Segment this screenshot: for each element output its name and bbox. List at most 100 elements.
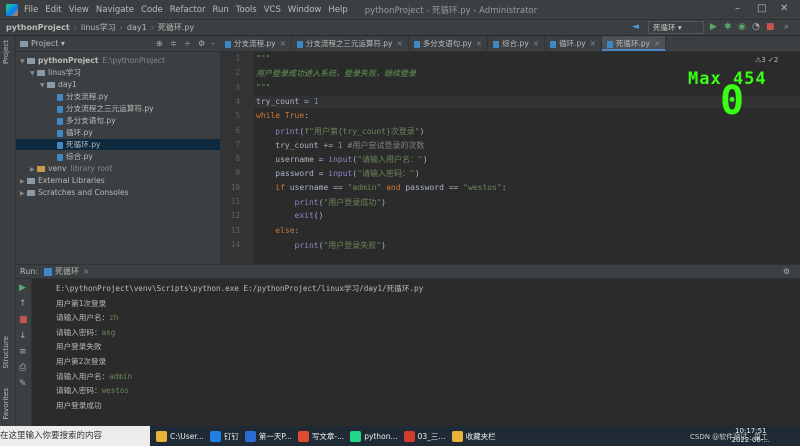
profile-icon[interactable]: ◔ (752, 22, 760, 32)
editor-tab[interactable]: 综合.py × (488, 36, 546, 51)
taskbar-app[interactable]: 收藏夹栏 (451, 430, 496, 442)
close-tab-icon[interactable]: × (476, 39, 482, 48)
minimize-icon[interactable]: – (735, 3, 740, 14)
project-tree-item[interactable]: ▶ Scratches and Consoles (20, 187, 129, 198)
close-tab-icon[interactable]: × (396, 39, 402, 48)
code-line[interactable]: else: (256, 226, 299, 235)
project-tree-item[interactable]: ▼ pythonProject E:\pythonProject (20, 55, 165, 66)
project-tree-item[interactable]: 循环.py (50, 127, 93, 138)
breadcrumb-folder[interactable]: linus学习 (81, 22, 116, 33)
chevron-down-icon[interactable]: ▼ (40, 80, 47, 91)
python-file-icon (57, 141, 63, 149)
stop-icon[interactable]: ■ (766, 22, 775, 32)
debug-icon[interactable]: ✱ (724, 22, 732, 32)
menu-window[interactable]: Window (288, 5, 322, 15)
line-number: 4 (235, 96, 240, 106)
inspection-warnings-badge[interactable]: ⚠3 ✓2 (755, 56, 778, 64)
project-tree-item[interactable]: ▶ External Libraries (20, 175, 105, 186)
taskbar-app[interactable]: python... (350, 430, 398, 442)
back-arrow-icon[interactable]: ◄ (632, 22, 639, 32)
project-tree-item[interactable]: ▼ day1 (40, 79, 77, 90)
chevron-right-icon[interactable]: ▶ (20, 188, 27, 199)
code-line[interactable]: try_count += 1 #用户尝试登录的次数 (256, 140, 424, 151)
settings-gear-icon[interactable]: ⚙ (198, 39, 205, 48)
code-line[interactable]: 用户登录成功进入系统，登录失败，继续登录 (256, 68, 416, 79)
menu-help[interactable]: Help (328, 5, 347, 15)
locate-icon[interactable]: ⊕ (156, 39, 163, 48)
code-line[interactable]: print("用户登录成功") (256, 197, 386, 208)
breadcrumb-project[interactable]: pythonProject (6, 23, 70, 32)
maximize-icon[interactable]: □ (757, 3, 766, 14)
close-tab-icon[interactable]: × (590, 39, 596, 48)
chevron-down-icon[interactable]: ▼ (30, 68, 37, 79)
taskbar-search-box[interactable]: 在这里输入你要搜索的内容 (0, 426, 150, 446)
editor-tab[interactable]: 分支流程.py × (220, 36, 292, 51)
project-view-select[interactable]: Project ▾ (20, 39, 65, 48)
collapse-all-icon[interactable]: ≑ (170, 39, 177, 48)
code-line[interactable]: username = input("请输入用户名：") (256, 154, 427, 165)
editor-tab[interactable]: 分支流程之三元运算符.py × (292, 36, 409, 51)
code-line[interactable]: """ (256, 54, 270, 63)
coverage-icon[interactable]: ◉ (738, 22, 746, 32)
project-tree-item[interactable]: 死循环.py (16, 139, 220, 150)
run-config-tab[interactable]: 死循环 (55, 266, 79, 277)
chevron-down-icon[interactable]: ▼ (20, 56, 27, 67)
close-run-tab-icon[interactable]: × (83, 267, 90, 276)
code-line[interactable]: password = input("请输入密码：") (256, 168, 419, 179)
code-line[interactable]: """ (256, 83, 270, 92)
menu-vcs[interactable]: VCS (264, 5, 281, 15)
menu-refactor[interactable]: Refactor (170, 5, 206, 15)
project-tree-item[interactable]: 分支流程之三元运算符.py (50, 103, 154, 114)
hide-panel-icon[interactable]: – (211, 39, 215, 48)
project-tree-item[interactable]: ▶ venv library root (30, 163, 113, 174)
scroll-down-icon[interactable]: ↓ (19, 331, 27, 341)
project-tool-tab[interactable]: Project (2, 40, 10, 64)
pin-icon[interactable]: ✎ (19, 379, 27, 389)
run-icon[interactable]: ▶ (710, 22, 717, 32)
close-tab-icon[interactable]: × (654, 39, 660, 48)
code-line[interactable]: while True: (256, 111, 309, 120)
project-tree-item[interactable]: ▼ linus学习 (30, 67, 81, 78)
code-line[interactable]: if username == "admin" and password == "… (256, 183, 506, 192)
project-tree-item[interactable]: 综合.py (50, 151, 93, 162)
scroll-up-icon[interactable]: ↑ (19, 299, 27, 309)
code-line[interactable]: print(f"用户第{try_count}次登录") (256, 126, 424, 137)
project-tree-item[interactable]: 分支流程.py (50, 91, 108, 102)
chevron-right-icon[interactable]: ▶ (30, 164, 37, 175)
taskbar-app[interactable]: 第一天P... (244, 430, 292, 442)
taskbar-app[interactable]: C:\User... (156, 430, 204, 442)
taskbar-app[interactable]: 写文章-... (297, 430, 344, 442)
editor-tab[interactable]: 死循环.py × (601, 36, 667, 51)
run-configuration-select[interactable]: 死循环 ▾ (648, 21, 704, 34)
breadcrumb-file[interactable]: 死循环.py (158, 22, 194, 33)
menu-file[interactable]: File (24, 5, 38, 15)
close-tab-icon[interactable]: × (533, 39, 539, 48)
editor-tab[interactable]: 循环.py × (545, 36, 602, 51)
stop-run-icon[interactable]: ■ (19, 315, 28, 325)
close-icon[interactable]: ✕ (780, 3, 788, 14)
rerun-icon[interactable]: ▶ (19, 283, 26, 293)
menu-navigate[interactable]: Navigate (96, 5, 134, 15)
menu-tools[interactable]: Tools (236, 5, 257, 15)
editor-tab[interactable]: 多分支语句.py × (409, 36, 489, 51)
chevron-right-icon[interactable]: ▶ (20, 176, 27, 187)
code-line[interactable]: exit() (256, 211, 324, 220)
structure-tool-tab[interactable]: Structure (2, 336, 10, 369)
expand-all-icon[interactable]: ÷ (184, 39, 191, 48)
menu-edit[interactable]: Edit (45, 5, 61, 15)
taskbar-app[interactable]: 钉钉 (209, 430, 239, 442)
code-line[interactable]: try_count = 1 (256, 97, 319, 106)
favorites-tool-tab[interactable]: Favorites (2, 388, 10, 420)
project-tree-item[interactable]: 多分支语句.py (50, 115, 116, 126)
breadcrumb-subfolder[interactable]: day1 (127, 23, 147, 32)
run-settings-icon[interactable]: ⚙ (783, 267, 790, 276)
menu-code[interactable]: Code (141, 5, 163, 15)
menu-view[interactable]: View (69, 5, 89, 15)
print-icon[interactable]: ⎙ (19, 363, 26, 373)
taskbar-app[interactable]: 03_三... (403, 430, 446, 442)
menu-run[interactable]: Run (212, 5, 228, 15)
code-line[interactable]: print("用户登录失败") (256, 240, 386, 251)
soft-wrap-icon[interactable]: ≡ (19, 347, 27, 357)
search-icon[interactable]: ⌕ (784, 22, 789, 32)
close-tab-icon[interactable]: × (280, 39, 286, 48)
